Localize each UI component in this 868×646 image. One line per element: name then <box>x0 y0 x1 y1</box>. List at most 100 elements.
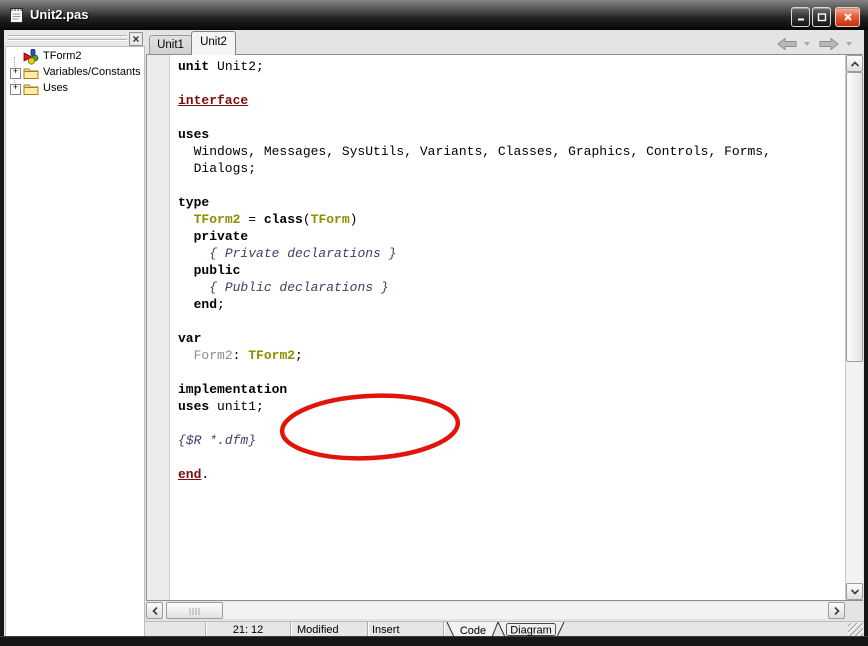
code-line: unit Unit2; <box>178 58 842 75</box>
code-token: Dialogs; <box>178 161 257 176</box>
code-token: private <box>193 229 249 244</box>
editor-pane: Unit1 Unit2 unit Unit2; interface uses Win… <box>145 30 864 638</box>
tab-code[interactable]: Code <box>446 622 499 638</box>
back-dropdown-icon[interactable] <box>804 42 810 46</box>
svg-text:Diagram: Diagram <box>510 625 552 637</box>
structure-panel: TForm2 + Variables/Constants + Uses <box>4 30 145 637</box>
scroll-right-button[interactable] <box>828 602 845 619</box>
close-icon <box>843 13 852 21</box>
document-icon <box>10 8 23 23</box>
horizontal-scrollbar[interactable] <box>146 602 845 619</box>
code-token: ; <box>217 297 225 312</box>
tree-item-tform2[interactable]: TForm2 <box>6 49 144 65</box>
code-line: type <box>178 194 842 211</box>
scroll-down-button[interactable] <box>846 583 863 600</box>
minimize-button[interactable] <box>791 7 810 27</box>
tab-diagram[interactable]: Diagram <box>497 622 565 638</box>
tree-item-label: Uses <box>43 82 69 94</box>
expand-plus-icon[interactable]: + <box>10 84 21 95</box>
minimize-icon <box>797 18 804 21</box>
code-editor[interactable]: unit Unit2; interface uses Windows, Messag… <box>146 54 863 601</box>
code-line: private <box>178 228 842 245</box>
code-token: {$R *.dfm} <box>178 433 257 448</box>
code-token: type <box>178 195 210 210</box>
tree-item-label: TForm2 <box>43 50 82 62</box>
grip-line <box>8 35 127 36</box>
resize-grip[interactable] <box>848 623 863 637</box>
code-token: unit1; <box>209 399 264 414</box>
window-border-bottom <box>0 636 868 646</box>
chevron-right-icon <box>833 606 840 615</box>
form-class-icon <box>23 49 39 65</box>
forward-button[interactable] <box>818 36 840 52</box>
code-line: Form2: TForm2; <box>178 347 842 364</box>
panel-close-button[interactable] <box>129 32 143 46</box>
code-line: { Private declarations } <box>178 245 842 262</box>
code-token: Form2 <box>193 348 233 363</box>
code-token: TForm2 <box>193 212 241 227</box>
tree-item-label: Variables/Constants <box>43 66 141 78</box>
code-token: ( <box>302 212 311 227</box>
chevron-up-icon <box>850 60 859 67</box>
code-line: public <box>178 262 842 279</box>
code-token: : <box>232 348 249 363</box>
code-token: var <box>178 331 202 346</box>
code-token: interface <box>178 93 249 108</box>
tab-unit1[interactable]: Unit1 <box>149 35 192 55</box>
code-token: class <box>263 212 303 227</box>
code-token: Windows, Messages, SysUtils, Variants, C… <box>178 144 771 159</box>
code-token: end <box>178 467 202 482</box>
code-line: { Public declarations } <box>178 279 842 296</box>
vertical-scroll-thumb[interactable] <box>846 72 863 362</box>
code-line: var <box>178 330 842 347</box>
maximize-icon <box>817 13 826 22</box>
expand-plus-icon[interactable]: + <box>10 68 21 79</box>
window-content: TForm2 + Variables/Constants + Uses Unit… <box>4 30 864 638</box>
code-line: interface <box>178 92 842 109</box>
tab-unit2[interactable]: Unit2 <box>191 31 236 55</box>
code-token: ; <box>295 348 303 363</box>
thumb-grip-icon <box>189 608 200 615</box>
code-line: Windows, Messages, SysUtils, Variants, C… <box>178 143 842 160</box>
scroll-left-button[interactable] <box>146 602 163 619</box>
panel-grab-handle[interactable] <box>4 30 145 46</box>
chevron-down-icon <box>850 588 859 595</box>
back-button[interactable] <box>776 36 798 52</box>
folder-icon <box>23 84 39 95</box>
maximize-button[interactable] <box>812 7 831 27</box>
app-window: Unit2.pas TForm2 + Variables/Constants +… <box>0 0 868 646</box>
titlebar[interactable]: Unit2.pas <box>0 0 868 30</box>
vertical-scrollbar[interactable] <box>845 55 863 600</box>
code-token: public <box>193 263 241 278</box>
code-token: implementation <box>178 382 288 397</box>
horizontal-scroll-thumb[interactable] <box>166 602 223 619</box>
code-token: Unit2; <box>209 59 264 74</box>
close-button[interactable] <box>835 7 860 27</box>
code-line: Dialogs; <box>178 160 842 177</box>
tree-item-variables-constants[interactable]: + Variables/Constants <box>6 65 144 81</box>
code-line: {$R *.dfm} <box>178 432 842 449</box>
structure-tree: TForm2 + Variables/Constants + Uses <box>5 46 145 637</box>
editor-gutter <box>147 55 170 600</box>
scroll-up-button[interactable] <box>846 55 863 72</box>
folder-icon <box>23 68 39 79</box>
code-line: uses <box>178 126 842 143</box>
code-line: TForm2 = class(TForm) <box>178 211 842 228</box>
grip-line <box>8 39 127 40</box>
code-token: uses <box>178 399 210 414</box>
code-line: end. <box>178 466 842 483</box>
forward-dropdown-icon[interactable] <box>846 42 852 46</box>
code-token: . <box>201 467 210 482</box>
tree-item-uses[interactable]: + Uses <box>6 81 144 97</box>
